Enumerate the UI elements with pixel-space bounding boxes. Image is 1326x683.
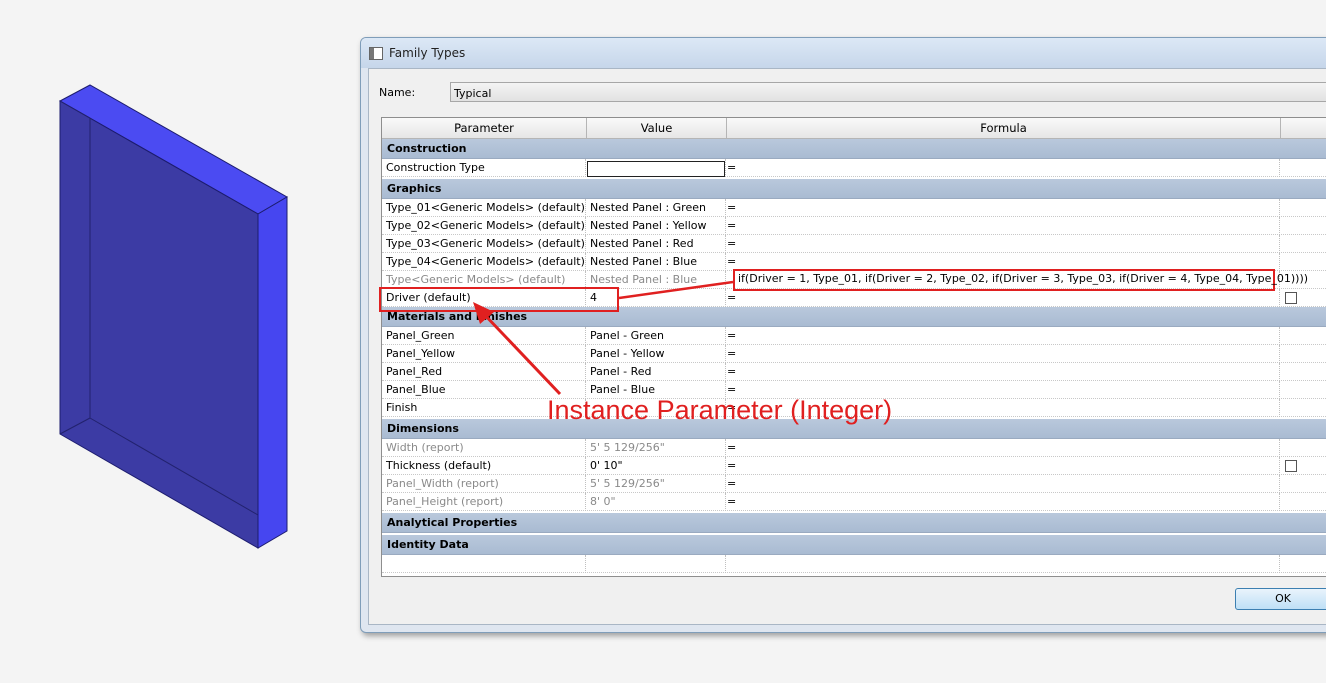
pointer-arrow-shaft [480,310,562,396]
annotation-arrows [473,280,734,396]
annotation-label: Instance Parameter (Integer) [547,395,893,425]
connector-line [618,280,734,300]
